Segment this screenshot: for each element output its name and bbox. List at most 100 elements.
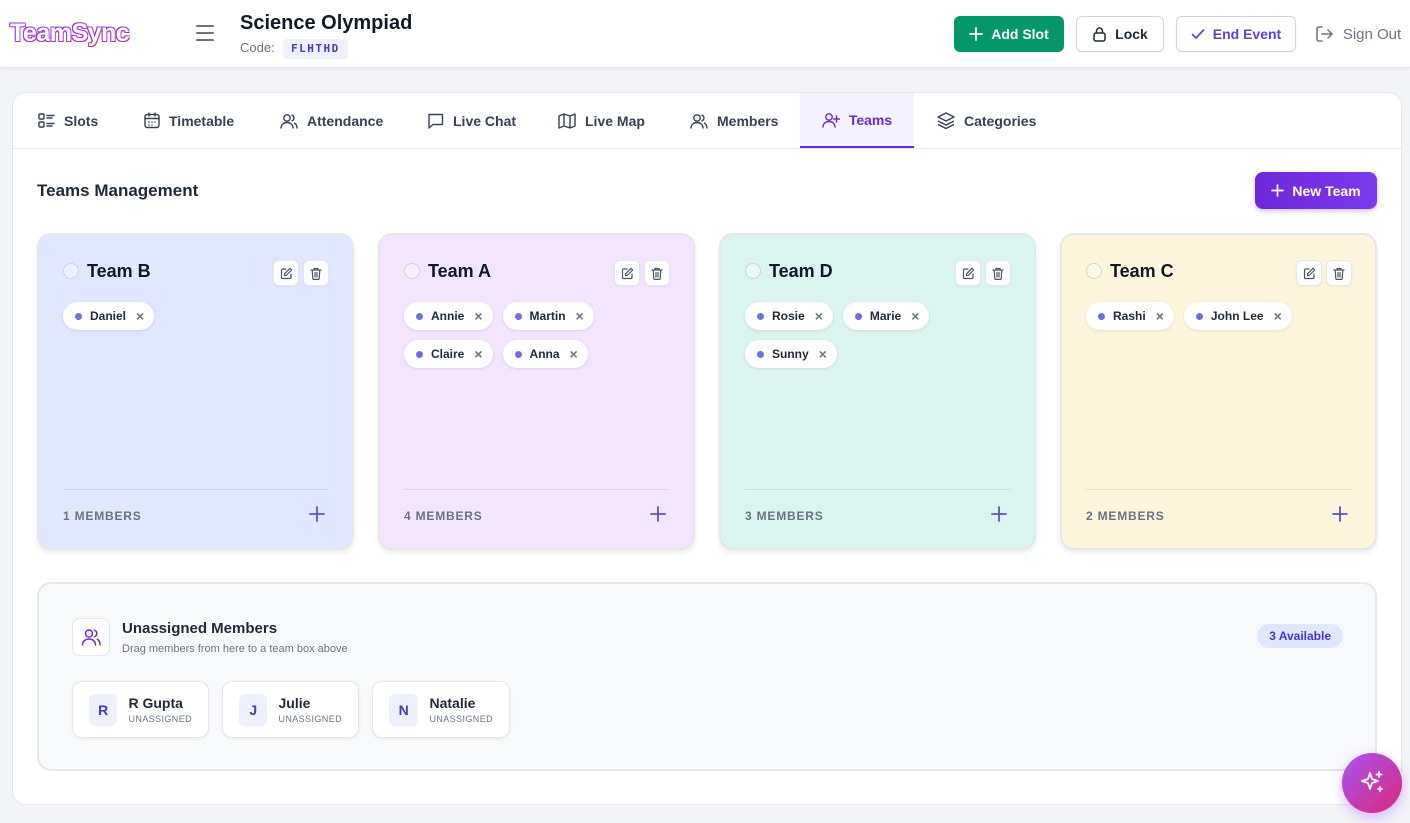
member-chip[interactable]: Annie × (404, 302, 493, 330)
trash-icon (651, 267, 663, 280)
tab-categories[interactable]: Categories (937, 93, 1036, 148)
remove-member-icon[interactable]: × (570, 347, 578, 361)
member-dot (75, 312, 82, 320)
team-card[interactable]: Team A Annie × Martin × Claire × Anna × 4 ME… (378, 233, 695, 550)
add-slot-label: Add Slot (991, 26, 1049, 42)
remove-member-icon[interactable]: × (136, 309, 144, 323)
tab-attendance[interactable]: Attendance (280, 93, 383, 148)
member-chip[interactable]: Marie × (842, 302, 930, 330)
ai-assistant-button[interactable] (1342, 753, 1402, 813)
member-chip[interactable]: Rashi × (1086, 302, 1174, 330)
member-count: 4 MEMBERS (404, 509, 483, 523)
edit-team-button[interactable] (1296, 260, 1322, 286)
team-name: Team A (428, 261, 492, 281)
app-logo[interactable]: TeamSync (10, 19, 130, 48)
member-dot (1195, 312, 1203, 320)
tab-live-chat[interactable]: Live Chat (427, 93, 516, 148)
remove-member-icon[interactable]: × (1156, 309, 1164, 323)
tab-slots[interactable]: Slots (38, 93, 98, 148)
member-chip[interactable]: John Lee × (1183, 302, 1292, 330)
delete-team-button[interactable] (1326, 260, 1352, 286)
team-select-radio[interactable] (1086, 263, 1102, 279)
sign-out-button[interactable]: Sign Out (1310, 16, 1406, 52)
team-members-list: Daniel × (63, 302, 333, 330)
remove-member-icon[interactable]: × (474, 347, 482, 361)
avatar: J (239, 693, 268, 726)
delete-team-button[interactable] (985, 260, 1011, 286)
edit-icon (621, 267, 633, 279)
member-chip[interactable]: Anna × (502, 340, 588, 368)
team-card[interactable]: Team B Daniel × 1 MEMBERS (37, 233, 354, 550)
member-chip[interactable]: Martin × (502, 302, 594, 330)
lock-button[interactable]: Lock (1076, 16, 1164, 52)
tab-label: Timetable (169, 112, 235, 129)
user-plus-icon (822, 112, 840, 128)
team-select-radio[interactable] (404, 263, 420, 279)
tab-label: Members (717, 112, 779, 129)
tab-live-map[interactable]: Live Map (558, 93, 645, 148)
users-icon (280, 113, 298, 129)
remove-member-icon[interactable]: × (1274, 309, 1282, 323)
unassigned-member-card[interactable]: J Julie UNASSIGNED (222, 681, 359, 738)
add-member-icon[interactable] (1331, 505, 1349, 523)
edit-team-button[interactable] (955, 260, 981, 286)
plus-icon (1271, 184, 1285, 197)
member-name: Daniel (90, 309, 127, 323)
avatar: R (89, 693, 118, 726)
team-card[interactable]: Team D Rosie × Marie × Sunny × 3 MEMBERS (719, 233, 1036, 550)
plus-icon (969, 27, 984, 41)
member-name: Anna (529, 347, 560, 361)
delete-team-button[interactable] (644, 260, 670, 286)
remove-member-icon[interactable]: × (474, 309, 482, 323)
trash-icon (992, 267, 1004, 280)
remove-member-icon[interactable]: × (819, 347, 827, 361)
member-chip[interactable]: Claire × (404, 340, 493, 368)
member-name: Martin (529, 309, 566, 323)
divider (63, 489, 328, 490)
remove-member-icon[interactable]: × (815, 309, 823, 323)
tab-teams[interactable]: Teams (800, 93, 914, 148)
trash-icon (310, 267, 322, 280)
add-member-icon[interactable] (649, 505, 667, 523)
team-name: Team D (769, 261, 833, 281)
team-select-radio[interactable] (745, 263, 761, 279)
member-name: Claire (431, 347, 465, 361)
edit-team-button[interactable] (273, 260, 299, 286)
edit-team-button[interactable] (614, 260, 640, 286)
member-status: UNASSIGNED (278, 714, 342, 724)
team-members-list: Annie × Martin × Claire × Anna × (404, 302, 674, 368)
add-member-icon[interactable] (990, 505, 1008, 523)
users-icon (690, 113, 708, 129)
member-count: 2 MEMBERS (1086, 509, 1165, 523)
sparkles-icon (1361, 771, 1383, 792)
member-chip[interactable]: Daniel × (63, 302, 155, 330)
delete-team-button[interactable] (303, 260, 329, 286)
unassigned-member-card[interactable]: R R Gupta UNASSIGNED (72, 681, 209, 738)
member-chip[interactable]: Sunny × (745, 340, 837, 368)
edit-icon (280, 267, 292, 279)
member-status: UNASSIGNED (429, 714, 493, 724)
tab-members[interactable]: Members (690, 93, 778, 148)
available-count-badge: 3 Available (1257, 624, 1343, 648)
event-code-badge: FLHTHD (283, 39, 348, 59)
unassigned-member-list: R R Gupta UNASSIGNED J Julie UNASSIGNED … (72, 681, 510, 738)
unassigned-member-card[interactable]: N Natalie UNASSIGNED (372, 681, 510, 738)
remove-member-icon[interactable]: × (576, 309, 584, 323)
unassigned-members-panel[interactable]: Unassigned Members Drag members from her… (37, 582, 1377, 771)
add-slot-button[interactable]: Add Slot (954, 16, 1064, 52)
member-chip[interactable]: Rosie × (745, 302, 833, 330)
member-name: Julie (278, 695, 311, 711)
new-team-button[interactable]: New Team (1255, 172, 1377, 209)
remove-member-icon[interactable]: × (911, 309, 919, 323)
unassigned-subtitle: Drag members from here to a team box abo… (122, 643, 348, 655)
end-event-button[interactable]: End Event (1176, 16, 1296, 52)
team-select-radio[interactable] (63, 263, 79, 279)
tab-timetable[interactable]: Timetable (144, 93, 234, 148)
member-dot (854, 312, 862, 320)
event-code-label: Code: (240, 40, 275, 55)
trash-icon (1333, 267, 1345, 280)
team-card[interactable]: Team C Rashi × John Lee × 2 MEMBERS (1060, 233, 1377, 550)
menu-icon[interactable] (196, 25, 214, 41)
add-member-icon[interactable] (308, 505, 326, 523)
team-members-list: Rashi × John Lee × (1086, 302, 1356, 330)
